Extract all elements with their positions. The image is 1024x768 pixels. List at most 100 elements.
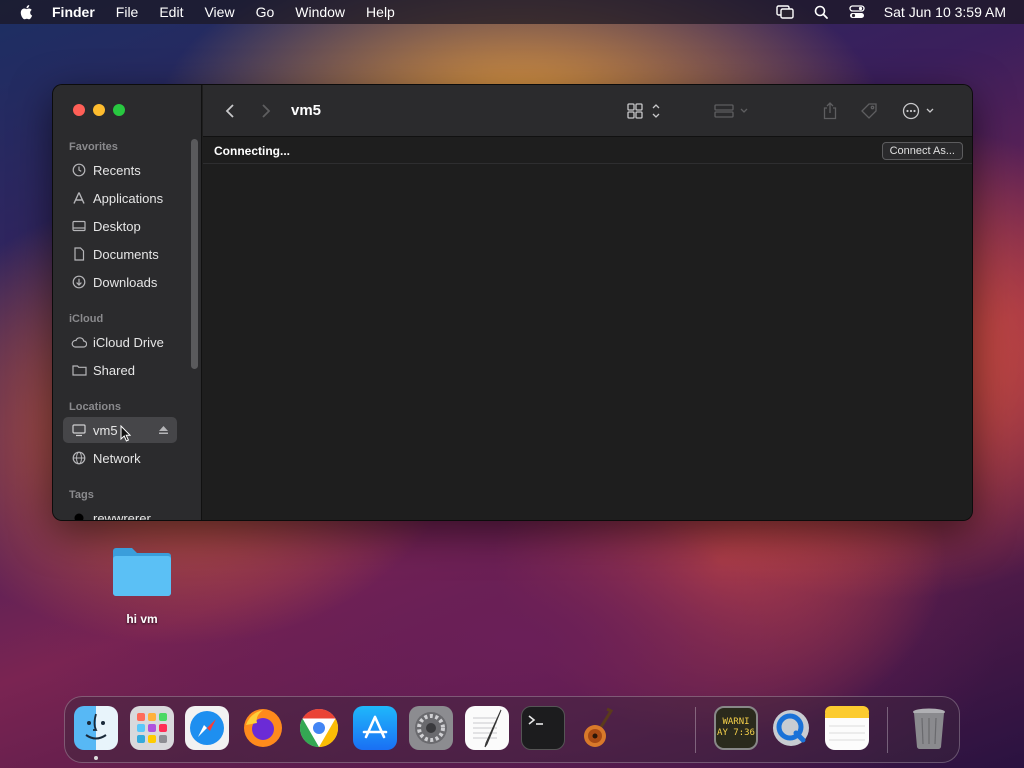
gear-icon [415,712,447,744]
tag-button[interactable] [860,101,878,121]
chevron-right-icon [262,104,271,118]
sidebar-item-applications[interactable]: Applications [63,185,177,211]
dock-chrome[interactable] [297,706,341,750]
computer-icon [71,422,87,438]
dock: WARNI AY 7:36 [64,696,960,763]
menu-bar: Finder File Edit View Go Window Help Sat… [0,0,1024,24]
connect-as-button[interactable]: Connect As... [881,142,963,160]
sidebar-item-label: Applications [93,190,164,206]
sidebar-item-desktop[interactable]: Desktop [63,213,177,239]
sidebar-item-label: Recents [93,162,141,178]
dock-console[interactable]: WARNI AY 7:36 [714,706,758,750]
dock-system-preferences[interactable] [409,706,453,750]
guitar-icon [584,707,614,747]
traffic-lights [73,104,133,116]
apple-menu-icon[interactable] [18,3,36,21]
menu-go[interactable]: Go [256,4,275,20]
dock-separator [695,707,696,753]
sidebar-item-network[interactable]: Network [63,445,177,471]
menu-edit[interactable]: Edit [159,4,183,20]
menubar-clock[interactable]: Sat Jun 10 3:59 AM [884,4,1006,20]
connection-status-bar: Connecting... Connect As... [203,137,972,164]
sidebar-item-documents[interactable]: Documents [63,241,177,267]
dock-launchpad[interactable] [130,706,174,750]
dock-quicktime[interactable] [769,706,813,750]
sidebar-item-label: rewwrerer [93,510,151,521]
firefox-icon [244,709,282,747]
share-icon [823,102,837,120]
dock-separator [887,707,888,753]
sidebar: Favorites Recents Applications Desktop D… [53,85,202,521]
sidebar-item-recents[interactable]: Recents [63,157,177,183]
sidebar-item-icloud-drive[interactable]: iCloud Drive [63,329,177,355]
search-icon[interactable] [812,4,830,20]
sidebar-item-shared[interactable]: Shared [63,357,177,383]
sidebar-scrollbar[interactable] [191,139,198,369]
view-mode-button[interactable] [627,101,661,121]
control-center-icon[interactable] [848,4,866,20]
quicktime-icon [773,710,809,746]
menu-app-finder[interactable]: Finder [52,4,95,20]
icloud-heading: iCloud [69,313,104,325]
main-pane: vm5 Connecting... Connect As... [203,85,972,520]
running-indicator [94,756,98,760]
action-menu-button[interactable] [902,101,936,121]
network-icon [71,450,87,466]
close-window-button[interactable] [73,104,85,116]
menu-help[interactable]: Help [366,4,395,20]
textedit-icon [473,709,502,748]
menu-view[interactable]: View [204,4,234,20]
sidebar-item-label: Documents [93,246,159,262]
sidebar-item-label: Desktop [93,218,141,234]
dock-app-store[interactable] [353,706,397,750]
dock-finder[interactable] [74,706,118,750]
ellipsis-circle-icon [902,102,934,120]
app-store-icon [362,715,388,739]
sidebar-item-label: vm5 [93,422,118,438]
tag-icon [861,103,877,119]
dock-terminal[interactable] [521,706,565,750]
sidebar-item-label: Shared [93,362,135,378]
eject-icon[interactable] [158,423,169,438]
mouse-cursor-icon [120,425,131,442]
safari-compass-icon [190,711,224,745]
zoom-window-button[interactable] [113,104,125,116]
dock-trash[interactable] [907,706,951,750]
sidebar-item-label: iCloud Drive [93,334,164,350]
screen-mirroring-icon[interactable] [776,4,794,20]
minimize-window-button[interactable] [93,104,105,116]
menu-window[interactable]: Window [295,4,345,20]
back-button[interactable] [225,101,235,121]
terminal-prompt-icon [528,715,543,725]
dock-garageband[interactable] [577,706,621,750]
dock-textedit[interactable] [465,706,509,750]
desktop-folder-label: hi vm [126,612,158,626]
share-button[interactable] [823,101,837,121]
desktop-icon [71,218,87,234]
download-icon [71,274,87,290]
cloud-icon [71,334,87,350]
menu-file[interactable]: File [116,4,139,20]
sidebar-item-downloads[interactable]: Downloads [63,269,177,295]
folder-icon [113,548,171,596]
launchpad-icon [137,713,167,743]
forward-button[interactable] [261,101,271,121]
finder-face-icon [85,713,107,740]
sidebar-item-label: Network [93,450,141,466]
tag-color-dot-icon [71,510,87,520]
notes-icon [825,706,869,741]
dock-firefox[interactable] [241,706,285,750]
document-icon [71,246,87,262]
chevron-left-icon [225,104,234,118]
desktop-folder[interactable]: hi vm [108,545,176,626]
applications-icon [71,190,87,206]
locations-heading: Locations [69,401,121,413]
window-title: vm5 [291,102,322,119]
sidebar-item-tag[interactable]: rewwrerer [63,505,177,521]
dock-safari[interactable] [185,706,229,750]
group-by-button[interactable] [714,101,750,121]
sidebar-item-label: Downloads [93,274,158,290]
group-icon [714,104,748,118]
favorites-heading: Favorites [69,141,118,153]
dock-notes[interactable] [825,706,869,750]
